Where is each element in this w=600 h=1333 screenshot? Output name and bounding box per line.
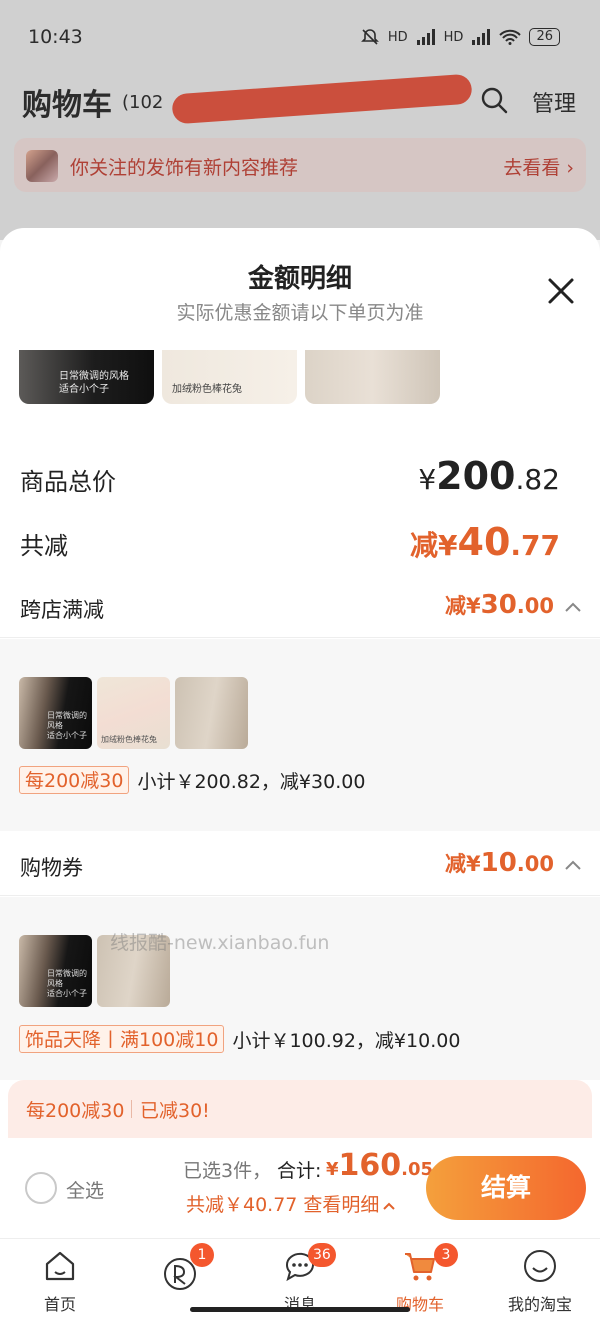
dim-overlay — [0, 0, 600, 240]
coupon-tag: 饰品天降丨满100减10 — [19, 1025, 225, 1053]
view-detail-link[interactable]: 共减￥40.77 查看明细 — [186, 1190, 396, 1217]
tab-messages[interactable]: 36 消息 — [240, 1239, 360, 1333]
cross-store-detail: 日常微调的风格 适合小个子 加绒粉色棒花兔 每200减30 小计￥200.82，… — [0, 639, 600, 831]
tab-badge: 36 — [308, 1243, 336, 1267]
close-icon[interactable] — [544, 274, 578, 308]
checkout-bar: 全选 已选3件， 合计: ¥160.05 共减￥40.77 查看明细 结算 — [0, 1138, 600, 1238]
total-label: 合计: — [277, 1160, 322, 1182]
tab-badge: 1 — [190, 1243, 214, 1267]
tab-discover[interactable]: 1 — [120, 1239, 240, 1333]
cross-store-subtotal: 小计￥200.82，减¥30.00 — [137, 770, 366, 793]
cart-page-background: 10:43 HD HD 26 购物车 (102 管理 你关注的发饰有新内容推荐 … — [0, 0, 600, 240]
checkout-button[interactable]: 结算 — [426, 1156, 586, 1220]
total-amount: ¥160.05 — [326, 1148, 434, 1183]
strip-caption-1: 日常微调的风格 适合小个子 — [59, 371, 129, 395]
thumb-earring: 日常微调的风格 适合小个子 — [19, 677, 92, 749]
total-price-label: 商品总价 — [20, 468, 116, 496]
thumb-sweater: 加绒粉色棒花兔 — [97, 677, 170, 749]
product-image-sweater: 加绒粉色棒花兔 — [162, 350, 297, 404]
home-icon — [45, 1251, 75, 1281]
total-reduce-row: 共减 减¥40.77 — [20, 520, 580, 570]
chevron-up-icon[interactable] — [564, 600, 582, 614]
promo-rule: 每200减30 — [26, 1100, 125, 1122]
cross-store-value: 减¥30.00 — [444, 590, 554, 620]
selected-count: 已选3件， — [183, 1160, 272, 1182]
coupon-tag-line: 饰品天降丨满100减10 小计￥100.92，减¥10.00 — [19, 1025, 460, 1053]
tab-home[interactable]: 首页 — [0, 1239, 120, 1333]
watermark: 线报酷-new.xianbao.fun — [110, 932, 330, 954]
total-reduce-label: 共减 — [20, 532, 68, 560]
product-image-strip: 日常微调的风格 适合小个子 加绒粉色棒花兔 — [19, 350, 440, 404]
thumb-hairpin — [175, 677, 248, 749]
cart-icon — [405, 1253, 435, 1281]
cross-store-discount-row[interactable]: 跨店满减 减¥30.00 — [0, 580, 600, 638]
select-all-label[interactable]: 全选 — [66, 1176, 104, 1203]
product-image-hairpin — [305, 350, 440, 404]
product-image-earring: 日常微调的风格 适合小个子 — [19, 350, 154, 404]
home-indicator — [190, 1307, 410, 1312]
sheet-title: 金额明细 — [247, 264, 352, 294]
promo-divider — [131, 1100, 132, 1118]
chevron-up-icon[interactable] — [564, 858, 582, 872]
tab-cart[interactable]: 3 购物车 — [360, 1239, 480, 1333]
total-price-row: 商品总价 ¥200.82 — [20, 454, 580, 504]
total-price-value: ¥200.82 — [418, 454, 560, 498]
tab-my-taobao[interactable]: 我的淘宝 — [480, 1239, 600, 1333]
tab-label: 首页 — [43, 1295, 76, 1314]
promo-status: 已减30! — [140, 1100, 210, 1122]
thumb-earring: 日常微调的风格 适合小个子 — [19, 935, 92, 1007]
price-detail-sheet: 金额明细 实际优惠金额请以下单页为准 日常微调的风格 适合小个子 加绒粉色棒花兔… — [0, 228, 600, 1333]
tab-label: 我的淘宝 — [507, 1295, 572, 1314]
coupon-discount-row[interactable]: 购物券 减¥10.00 — [0, 838, 600, 896]
coupon-subtotal: 小计￥100.92，减¥10.00 — [232, 1029, 461, 1052]
coupon-label: 购物券 — [20, 856, 83, 880]
coupon-detail: 日常微调的风格 适合小个子 饰品天降丨满100减10 小计￥100.92，减¥1… — [0, 897, 600, 1080]
total-reduce-value: 减¥40.77 — [410, 520, 560, 564]
cross-store-tag: 每200减30 — [19, 766, 130, 794]
tab-badge: 3 — [434, 1243, 458, 1267]
strip-caption-2: 加绒粉色棒花兔 — [172, 384, 242, 395]
cross-store-thumbnails: 日常微调的风格 适合小个子 加绒粉色棒花兔 — [19, 677, 248, 749]
cross-store-label: 跨店满减 — [20, 598, 104, 622]
select-all-checkbox[interactable] — [25, 1172, 57, 1204]
coupon-value: 减¥10.00 — [444, 848, 554, 878]
bottom-tab-bar: 首页 1 36 消息 3 购物车 我的淘宝 — [0, 1238, 600, 1333]
cross-store-tag-line: 每200减30 小计￥200.82，减¥30.00 — [19, 766, 365, 794]
smile-icon — [524, 1250, 556, 1282]
chevron-up-icon — [383, 1202, 396, 1210]
promo-bar: 每200减30 已减30! — [8, 1080, 592, 1138]
sheet-subtitle: 实际优惠金额请以下单页为准 — [176, 302, 424, 324]
